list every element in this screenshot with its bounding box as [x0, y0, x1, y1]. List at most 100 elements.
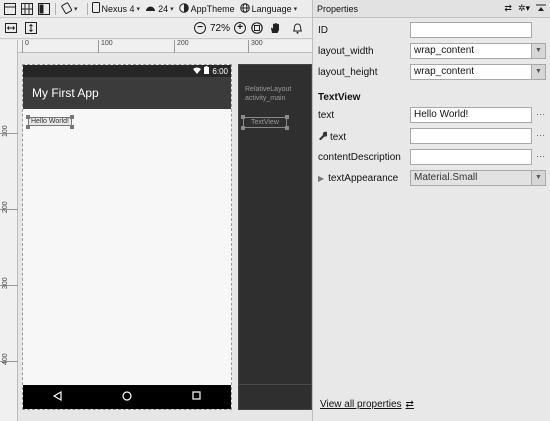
- status-time: 6:00: [212, 66, 228, 76]
- content-description-label: contentDescription: [318, 152, 401, 163]
- zoom-in-icon[interactable]: +: [234, 22, 246, 34]
- api-level-selector[interactable]: 24 ▾: [145, 3, 174, 14]
- resize-handle[interactable]: [70, 115, 74, 119]
- resize-handle[interactable]: [241, 115, 245, 119]
- text-field[interactable]: Hello World!: [410, 107, 532, 123]
- id-field[interactable]: [410, 22, 532, 38]
- properties-header: Properties ⇄ ✲▾: [313, 0, 550, 18]
- blueprint-view-icon[interactable]: [20, 2, 34, 16]
- language-selector[interactable]: Language ▾: [239, 2, 298, 15]
- ruler-tick: 200: [0, 201, 18, 213]
- pan-hand-icon[interactable]: [268, 21, 282, 35]
- device-preview[interactable]: 6:00 My First App Hello World!: [22, 64, 232, 410]
- tools-text-field[interactable]: [410, 128, 532, 144]
- blueprint-textview-label: TextView: [251, 119, 279, 126]
- device-name: Nexus 4: [101, 3, 135, 14]
- expand-arrow-icon: ▶: [318, 174, 325, 183]
- ruler-label: 400: [2, 353, 9, 365]
- layout-width-label-text: layout_width: [318, 46, 374, 57]
- text-appearance-label[interactable]: ▶ textAppearance: [318, 173, 398, 184]
- chevron-down-icon: ▾: [293, 5, 298, 13]
- resize-handle[interactable]: [285, 115, 289, 119]
- device-selector[interactable]: Nexus 4 ▾: [91, 2, 140, 15]
- app-bar: My First App: [23, 77, 231, 109]
- layout-height-label: layout_height: [318, 67, 378, 78]
- blueprint-textview[interactable]: TextView: [243, 117, 287, 128]
- layout-width-select[interactable]: wrap_content ▼: [410, 43, 546, 59]
- ruler-label: 100: [98, 40, 113, 53]
- text-appearance-select[interactable]: Material.Small ▼: [410, 170, 546, 186]
- ruler-label: 300: [2, 277, 9, 289]
- editor-toolbar: ▾ Nexus 4 ▾ 24 ▾ AppTheme Language ▾: [0, 0, 312, 18]
- chevron-down-icon: ▾: [170, 5, 174, 13]
- properties-panel: Properties ⇄ ✲▾ ID layout_width wrap_con…: [312, 0, 550, 421]
- blueprint-navbar-line: [239, 384, 311, 385]
- horizontal-resize-icon[interactable]: [4, 21, 18, 35]
- design-view-icon[interactable]: [3, 2, 17, 16]
- blueprint-preview[interactable]: RelativeLayout activity_main TextView: [238, 64, 312, 410]
- horizontal-ruler: 0 100 200 300: [18, 40, 312, 53]
- layout-height-select[interactable]: wrap_content ▼: [410, 64, 546, 80]
- tools-text-label: text: [318, 131, 346, 143]
- theme-name: AppTheme: [190, 3, 235, 14]
- ruler-label: 0: [22, 40, 29, 53]
- content-description-field[interactable]: [410, 149, 532, 165]
- resize-handle[interactable]: [285, 126, 289, 130]
- layout-width-value: wrap_content: [414, 45, 475, 56]
- swap-arrows-icon: ⇄: [405, 399, 414, 410]
- ruler-label: 100: [2, 125, 9, 137]
- phone-icon: [91, 2, 100, 15]
- vertical-ruler: 100 200 300 400: [0, 40, 18, 421]
- gear-icon[interactable]: ✲▾: [518, 3, 530, 14]
- api-level: 24: [158, 3, 169, 14]
- resize-handle[interactable]: [26, 115, 30, 119]
- orientation-button[interactable]: ▾: [60, 1, 78, 16]
- wrench-icon: [318, 131, 328, 143]
- ruler-label: 200: [2, 201, 9, 213]
- tools-text-more-button[interactable]: ···: [536, 130, 545, 140]
- ruler-tick: 300: [0, 277, 18, 289]
- zoom-out-icon[interactable]: −: [193, 22, 206, 34]
- layout-height-value: wrap_content: [414, 66, 475, 77]
- home-icon[interactable]: [122, 390, 132, 404]
- id-label: ID: [318, 25, 328, 36]
- text-more-button[interactable]: ···: [536, 109, 545, 119]
- ruler-tick: 100: [0, 125, 18, 137]
- recents-icon[interactable]: [192, 391, 201, 403]
- notification-bell-icon[interactable]: [290, 21, 304, 35]
- properties-title: Properties: [317, 3, 359, 14]
- layout-height-label-text: layout_height: [318, 67, 378, 78]
- android-icon: [145, 3, 156, 14]
- view-all-properties-link[interactable]: View all properties ⇄: [320, 399, 414, 410]
- status-bar: 6:00: [23, 65, 231, 77]
- properties-header-actions: ⇄ ✲▾: [504, 3, 550, 14]
- resize-handle[interactable]: [26, 125, 30, 129]
- swap-arrows-icon[interactable]: ⇄: [504, 3, 512, 14]
- toolbar-divider: [55, 2, 56, 15]
- wifi-icon: [193, 66, 202, 76]
- theme-selector[interactable]: AppTheme: [178, 2, 235, 15]
- app-title: My First App: [32, 86, 99, 100]
- text-appearance-value: Material.Small: [414, 172, 478, 183]
- text-label-text: text: [318, 110, 335, 121]
- hello-world-textview[interactable]: Hello World!: [28, 117, 72, 126]
- chevron-down-icon: ▼: [531, 171, 545, 185]
- back-icon[interactable]: [52, 390, 62, 404]
- resize-handle[interactable]: [70, 125, 74, 129]
- design-canvas[interactable]: 6:00 My First App Hello World! RelativeL…: [18, 54, 312, 421]
- content-description-more-button[interactable]: ···: [536, 151, 545, 161]
- layout-id: activity_main: [245, 95, 286, 102]
- resize-handle[interactable]: [241, 126, 245, 130]
- vertical-resize-icon[interactable]: [24, 21, 38, 35]
- ruler-tick: 400: [0, 353, 18, 365]
- language-label: Language: [251, 3, 292, 14]
- layout-type: RelativeLayout: [245, 86, 292, 93]
- text-appearance-label-text: textAppearance: [328, 173, 399, 184]
- battery-icon: [204, 66, 210, 76]
- blueprint-layout-label: RelativeLayout activity_main: [245, 85, 291, 103]
- hide-panel-icon[interactable]: [536, 4, 546, 14]
- rotate-icon: [60, 1, 73, 16]
- zoom-to-fit-icon[interactable]: [250, 21, 264, 35]
- ruler-label: 300: [248, 40, 263, 53]
- both-views-icon[interactable]: [37, 2, 51, 16]
